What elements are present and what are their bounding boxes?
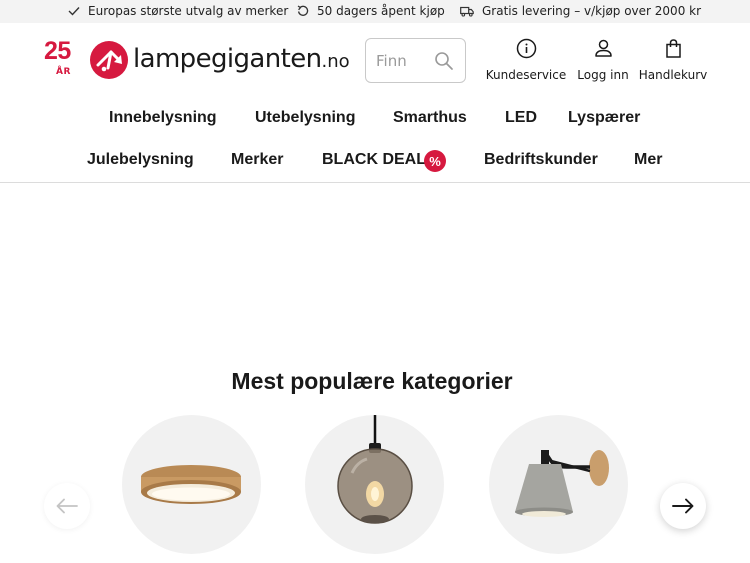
usp-bar: Europas største utvalg av merker 50 dage… — [0, 0, 750, 23]
customer-service-button[interactable]: Kundeservice — [486, 38, 566, 82]
brand-tld: .no — [321, 51, 350, 72]
black-deals-percent-badge: % — [424, 150, 446, 172]
wall-lamp-image — [515, 450, 609, 517]
search-input[interactable] — [376, 50, 431, 72]
nav-item-smarthus[interactable]: Smarthus — [393, 109, 467, 127]
category-card[interactable] — [305, 415, 444, 554]
carousel-prev-button[interactable] — [44, 483, 90, 529]
category-card[interactable] — [489, 415, 628, 554]
usp-item: Gratis levering – v/kjøp over 2000 kr — [460, 4, 701, 18]
section-title: Mest populære kategorier — [231, 368, 513, 394]
lamp-logo-icon — [90, 41, 128, 79]
ceiling-lamp-image — [141, 465, 241, 504]
usp-item: 50 dagers åpent kjøp — [297, 4, 445, 18]
usp-text: Europas største utvalg av merker — [88, 4, 289, 18]
info-icon — [516, 38, 536, 59]
shopping-bag-icon — [665, 39, 681, 58]
nav-item-merker[interactable]: Merker — [231, 151, 283, 169]
nav-item-black-deals[interactable]: BLACK DEALS — [322, 151, 437, 169]
brand-name: lampegiganten.no — [133, 43, 350, 78]
search-box[interactable] — [365, 38, 466, 83]
arrow-right-icon — [672, 498, 694, 514]
category-card[interactable] — [122, 415, 261, 554]
usp-text: Gratis levering – v/kjøp over 2000 kr — [482, 4, 702, 18]
nav-item-bedriftskunder[interactable]: Bedriftskunder — [484, 151, 598, 169]
return-icon — [297, 5, 309, 16]
truck-icon — [460, 6, 474, 17]
login-button[interactable]: Logg inn — [574, 38, 632, 82]
nav-item-lysparer[interactable]: Lyspærer — [568, 109, 640, 127]
carousel-next-button[interactable] — [660, 483, 706, 529]
nav-item-julebelysning[interactable]: Julebelysning — [87, 151, 194, 169]
cart-label: Handlekurv — [638, 68, 708, 82]
login-label: Logg inn — [577, 68, 629, 82]
anniversary-number: 25 — [44, 37, 71, 65]
arrow-left-icon — [56, 498, 78, 514]
user-icon — [594, 39, 612, 57]
cart-button[interactable]: Handlekurv — [638, 38, 708, 82]
nav-item-mer[interactable]: Mer — [634, 151, 662, 169]
pendant-lamp-image — [337, 415, 413, 524]
search-icon[interactable] — [434, 51, 454, 71]
customer-service-label: Kundeservice — [485, 68, 567, 82]
usp-text: 50 dagers åpent kjøp — [317, 4, 445, 18]
nav-item-led[interactable]: LED — [505, 109, 537, 127]
usp-item: Europas største utvalg av merker — [68, 4, 288, 18]
nav-item-innebelysning[interactable]: Innebelysning — [109, 109, 217, 127]
anniversary-unit: ÅR — [56, 67, 71, 77]
check-icon — [68, 7, 80, 16]
nav-divider — [0, 182, 750, 183]
nav-item-utebelysning[interactable]: Utebelysning — [255, 109, 355, 127]
brand-name-text: lampegiganten — [133, 44, 322, 74]
